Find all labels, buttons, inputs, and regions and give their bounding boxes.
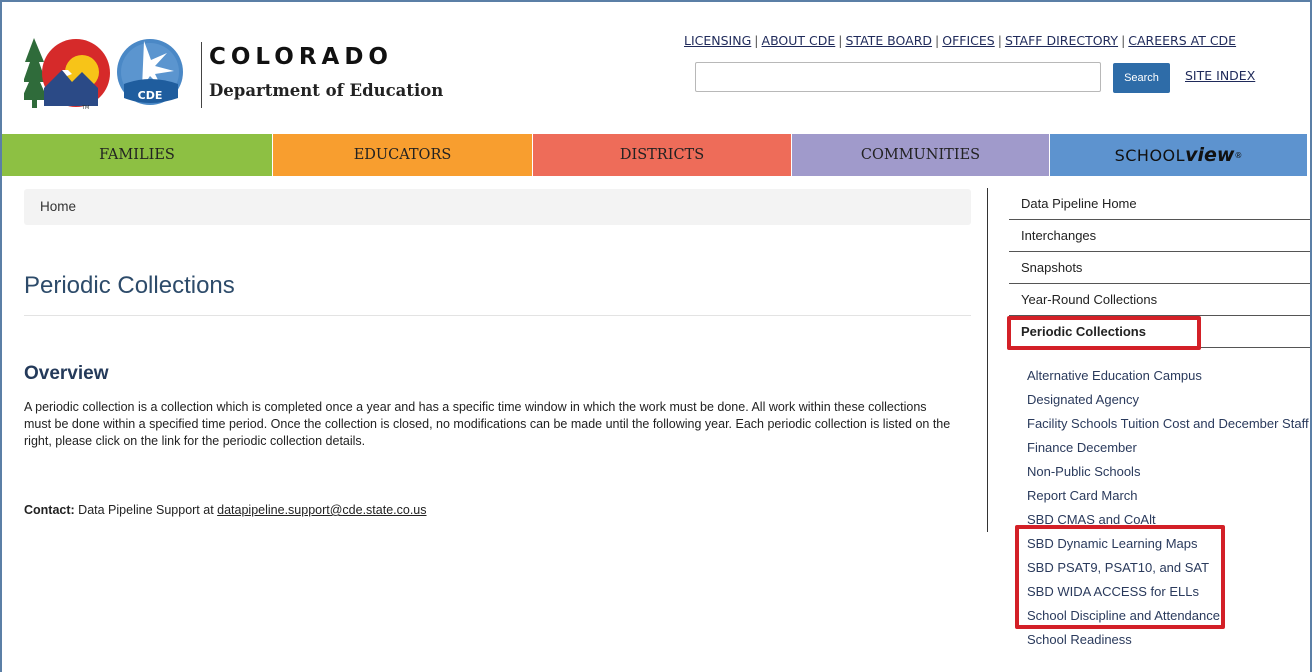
sidebar-item-data-pipeline-home[interactable]: Data Pipeline Home — [1009, 188, 1310, 220]
nav-communities[interactable]: COMMUNITIES — [792, 134, 1050, 176]
breadcrumb-home[interactable]: Home — [40, 199, 76, 214]
schoolview-school: SCHOOL — [1114, 145, 1186, 165]
list-item[interactable]: School Readiness — [1027, 629, 1312, 653]
svg-text:TM: TM — [81, 105, 89, 110]
nav-families[interactable]: FAMILIES — [2, 134, 273, 176]
search-button[interactable]: Search — [1113, 63, 1170, 93]
contact-label: Contact: — [24, 503, 75, 517]
overview-text: A periodic collection is a collection wh… — [24, 400, 951, 448]
schoolview-registered: ® — [1234, 150, 1243, 160]
main-nav: FAMILIES EDUCATORS DISTRICTS COMMUNITIES… — [2, 134, 1308, 176]
list-item[interactable]: Non-Public Schools — [1027, 461, 1312, 485]
logo-badge: CDE — [138, 89, 163, 102]
sidebar-item-year-round-collections[interactable]: Year-Round Collections — [1009, 284, 1310, 316]
link-separator: | — [935, 33, 940, 48]
sidebar-item-interchanges[interactable]: Interchanges — [1009, 220, 1310, 252]
site-index-link[interactable]: SITE INDEX — [1185, 68, 1255, 83]
top-link-careers[interactable]: CAREERS AT CDE — [1128, 33, 1236, 48]
overview-heading: Overview — [24, 363, 109, 384]
brand-name[interactable]: COLORADO — [209, 44, 393, 70]
nav-districts[interactable]: DISTRICTS — [533, 134, 792, 176]
nav-educators[interactable]: EDUCATORS — [273, 134, 533, 176]
contact-email-link[interactable]: datapipeline.support@cde.state.co.us — [217, 503, 426, 517]
top-link-offices[interactable]: OFFICES — [942, 33, 994, 48]
content-divider — [987, 188, 988, 532]
schoolview-view: view — [1185, 144, 1235, 166]
top-links: LICENSING | ABOUT CDE | STATE BOARD | OFFICES |… — [684, 33, 1236, 48]
list-item[interactable]: Alternative Education Campus — [1027, 365, 1312, 389]
top-link-state-board[interactable]: STATE BOARD — [846, 33, 933, 48]
contact-line: Contact: Data Pipeline Support at datapi… — [24, 503, 427, 517]
highlight-box-periodic-collections — [1007, 316, 1201, 350]
link-separator: | — [997, 33, 1002, 48]
list-item[interactable]: Designated Agency — [1027, 389, 1312, 413]
page-title: Periodic Collections — [24, 272, 235, 299]
cde-logo-icon[interactable]: TM CDE — [24, 26, 204, 110]
contact-text: Data Pipeline Support at — [74, 503, 218, 517]
top-link-licensing[interactable]: LICENSING — [684, 33, 751, 48]
highlight-box-sbd-collections — [1015, 525, 1225, 629]
search-input[interactable] — [695, 62, 1101, 92]
nav-schoolview[interactable]: SCHOOL view ® — [1050, 134, 1308, 176]
breadcrumb: Home — [24, 189, 971, 225]
link-separator: | — [1121, 33, 1126, 48]
list-item[interactable]: Report Card March — [1027, 485, 1312, 509]
top-link-staff-directory[interactable]: STAFF DIRECTORY — [1005, 33, 1118, 48]
link-separator: | — [754, 33, 759, 48]
link-separator: | — [838, 33, 843, 48]
sidebar-item-snapshots[interactable]: Snapshots — [1009, 252, 1310, 284]
title-divider — [24, 315, 971, 316]
brand-subtitle[interactable]: Department of Education — [209, 81, 443, 100]
top-link-about-cde[interactable]: ABOUT CDE — [762, 33, 836, 48]
list-item[interactable]: Finance December — [1027, 437, 1312, 461]
list-item[interactable]: Facility Schools Tuition Cost and Decemb… — [1027, 413, 1312, 437]
logo-divider — [201, 42, 202, 108]
